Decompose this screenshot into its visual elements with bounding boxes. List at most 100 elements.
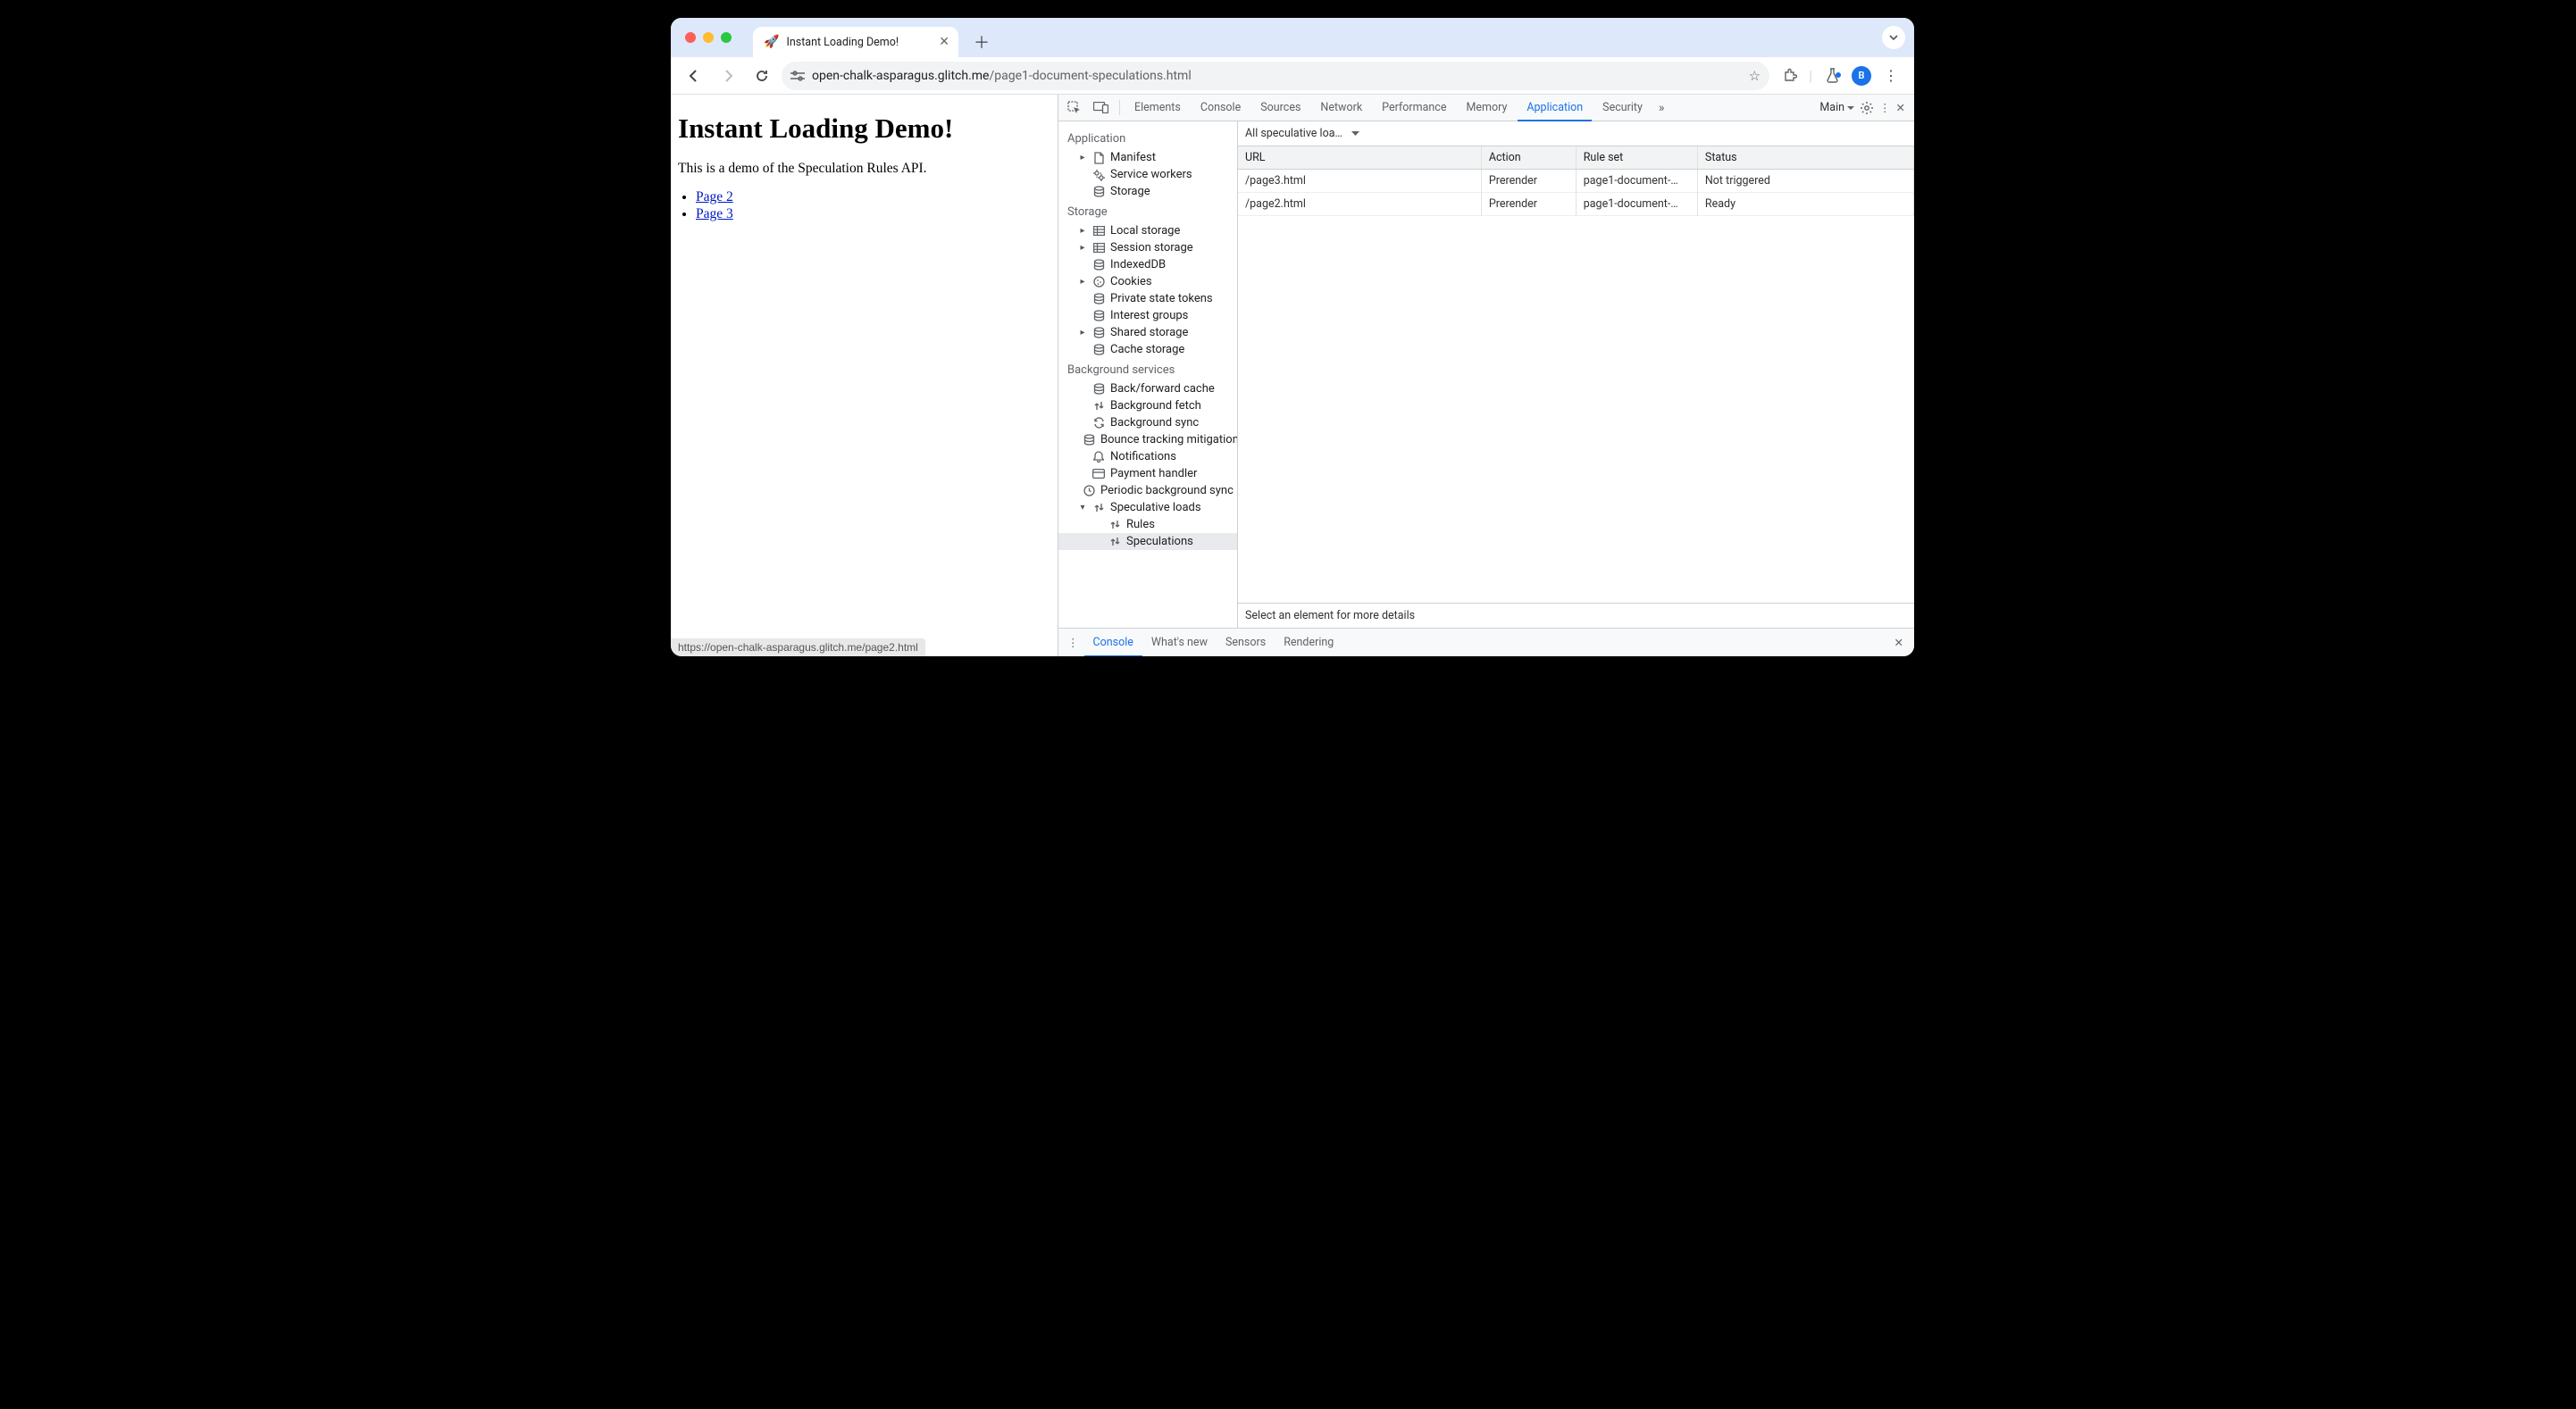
devtools-tab-sources[interactable]: Sources [1251, 95, 1309, 121]
sidebar-local-storage[interactable]: ▸Local storage [1058, 222, 1237, 239]
devtools-target-select[interactable]: Main [1819, 101, 1854, 114]
devtools: Elements Console Sources Network Perform… [1058, 95, 1914, 656]
devtools-settings-icon[interactable] [1860, 101, 1874, 115]
devtools-menu-icon[interactable]: ⋮ [1879, 101, 1891, 115]
speculations-filter-row: All speculative loa… [1238, 121, 1914, 146]
extensions-icon[interactable] [1775, 62, 1803, 90]
tree-item-label: Interest groups [1110, 309, 1188, 322]
inspect-element-icon[interactable] [1062, 95, 1086, 121]
drawer-tab-whatsnew[interactable]: What's new [1142, 629, 1217, 656]
col-ruleset[interactable]: Rule set [1576, 146, 1697, 170]
sidebar-shared-storage[interactable]: ▸ Shared storage [1058, 324, 1237, 341]
arrows-icon [1108, 519, 1121, 530]
drawer-tab-console[interactable]: Console [1084, 629, 1142, 656]
cell-status: Ready [1697, 193, 1913, 216]
devtools-close-icon[interactable]: ✕ [1896, 101, 1905, 115]
tab-close-icon[interactable]: ✕ [939, 35, 949, 49]
cell-action: Prerender [1481, 193, 1576, 216]
tree-item-label: Manifest [1110, 151, 1156, 164]
devtools-tab-network[interactable]: Network [1311, 95, 1371, 121]
tree-item-label: Cookies [1110, 275, 1152, 288]
tree-caret-icon: ▸ [1078, 153, 1087, 163]
arrows-icon [1092, 400, 1105, 412]
new-tab-button[interactable]: ＋ [969, 29, 994, 54]
devtools-tab-performance[interactable]: Performance [1373, 95, 1455, 121]
tree-caret-icon: ▸ [1078, 226, 1087, 236]
tree-item-label: Speculative loads [1110, 501, 1201, 514]
col-action[interactable]: Action [1481, 146, 1576, 170]
sidebar-spec-rules[interactable]: Rules [1058, 516, 1237, 533]
sidebar-payment[interactable]: Payment handler [1058, 465, 1237, 482]
omnibox[interactable]: open-chalk-asparagus.glitch.me/page1-doc… [782, 62, 1769, 90]
browser-tab[interactable]: 🚀 Instant Loading Demo! ✕ [753, 27, 958, 57]
web-page: Instant Loading Demo! This is a demo of … [671, 95, 1058, 656]
sidebar-storage-app[interactable]: Storage [1058, 183, 1237, 200]
devtools-tab-memory[interactable]: Memory [1457, 95, 1516, 121]
speculation-row[interactable]: /page3.htmlPrerenderpage1-document-…Not … [1238, 170, 1914, 193]
labs-icon[interactable] [1818, 62, 1846, 90]
col-status[interactable]: Status [1697, 146, 1913, 170]
sidebar-session-storage[interactable]: ▸Session storage [1058, 239, 1237, 256]
arrows-icon [1092, 502, 1105, 513]
cell-url: /page2.html [1238, 193, 1481, 216]
tab-title: Instant Loading Demo! [786, 36, 899, 49]
speculations-filter-select[interactable]: All speculative loa… [1245, 127, 1359, 140]
devtools-more-tabs-icon[interactable]: » [1653, 95, 1670, 121]
devtools-tab-console[interactable]: Console [1192, 95, 1250, 121]
devtools-tab-elements[interactable]: Elements [1125, 95, 1190, 121]
sidebar-speculative-loads[interactable]: ▾Speculative loads [1058, 499, 1237, 516]
drawer-tab-rendering[interactable]: Rendering [1275, 629, 1342, 656]
reload-button[interactable] [748, 62, 776, 90]
db-icon [1092, 327, 1105, 338]
sidebar-cookies[interactable]: ▸ Cookies [1058, 273, 1237, 290]
page-link-page3[interactable]: Page 3 [696, 206, 733, 221]
back-button[interactable] [680, 62, 708, 90]
bell-icon [1092, 451, 1105, 463]
page-description: This is a demo of the Speculation Rules … [678, 161, 1050, 177]
sidebar-interest-groups[interactable]: Interest groups [1058, 307, 1237, 324]
sidebar-cache-storage[interactable]: Cache storage [1058, 341, 1237, 358]
drawer-close-icon[interactable]: ✕ [1887, 629, 1911, 656]
profile-avatar[interactable]: B [1852, 66, 1871, 86]
card-icon [1092, 469, 1105, 479]
chrome-menu-icon[interactable]: ⋮ [1877, 62, 1905, 90]
zoom-window-icon[interactable] [721, 32, 732, 43]
device-toggle-icon[interactable] [1088, 95, 1114, 121]
sidebar-bg-fetch[interactable]: Background fetch [1058, 397, 1237, 414]
table-empty-space [1238, 216, 1914, 603]
tree-item-label: Payment handler [1110, 467, 1197, 480]
page-link-list: Page 2 Page 3 [696, 189, 1050, 222]
tree-item-label: Cache storage [1110, 343, 1184, 356]
tree-item-label: Service workers [1110, 168, 1192, 181]
devtools-tab-application[interactable]: Application [1518, 95, 1592, 121]
sidebar-notifications[interactable]: Notifications [1058, 448, 1237, 465]
speculation-row[interactable]: /page2.htmlPrerenderpage1-document-…Read… [1238, 193, 1914, 216]
forward-button[interactable] [714, 62, 742, 90]
page-link-page2[interactable]: Page 2 [696, 189, 733, 204]
minimize-window-icon[interactable] [703, 32, 714, 43]
sidebar-periodic[interactable]: Periodic background sync [1058, 482, 1237, 499]
sidebar-indexeddb[interactable]: IndexedDB [1058, 256, 1237, 273]
close-window-icon[interactable] [685, 32, 696, 43]
devtools-tab-security[interactable]: Security [1593, 95, 1652, 121]
site-controls-icon[interactable] [790, 71, 805, 81]
tree-caret-icon: ▸ [1078, 277, 1087, 287]
drawer-menu-icon[interactable]: ⋮ [1062, 629, 1084, 656]
sidebar-spec-speculations[interactable]: Speculations [1058, 533, 1237, 550]
sidebar-manifest[interactable]: ▸ Manifest [1058, 149, 1237, 166]
sidebar-bfcache[interactable]: Back/forward cache [1058, 380, 1237, 397]
col-url[interactable]: URL [1238, 146, 1481, 170]
db-icon [1092, 293, 1105, 304]
bookmark-icon[interactable]: ☆ [1749, 68, 1761, 84]
sidebar-private-tokens[interactable]: Private state tokens [1058, 290, 1237, 307]
tree-item-label: Private state tokens [1110, 292, 1213, 305]
drawer-tab-sensors[interactable]: Sensors [1217, 629, 1275, 656]
sidebar-service-workers[interactable]: Service workers [1058, 166, 1237, 183]
sidebar-bounce[interactable]: Bounce tracking mitigation [1058, 431, 1237, 448]
sidebar-bg-sync[interactable]: Background sync [1058, 414, 1237, 431]
devtools-body: Application▸ManifestService workersStora… [1058, 121, 1914, 628]
tree-item-label: Shared storage [1110, 326, 1188, 339]
tabstrip-menu-icon[interactable] [1882, 26, 1905, 49]
tree-caret-icon: ▸ [1078, 328, 1087, 338]
db-icon [1092, 344, 1105, 355]
